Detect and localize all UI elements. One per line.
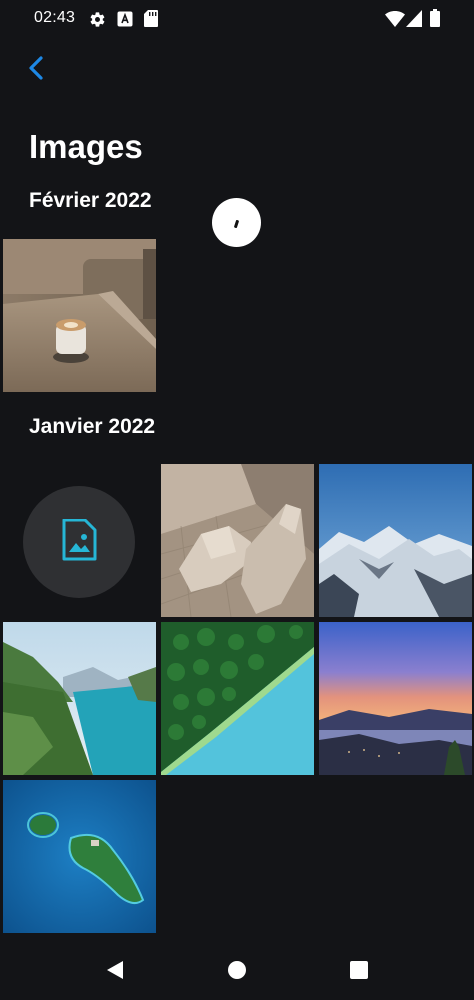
forest-lake-aerial-photo[interactable] <box>161 622 314 775</box>
chevron-left-icon <box>26 55 46 86</box>
lake-valley-photo[interactable] <box>3 622 156 775</box>
page-title: Images <box>29 128 143 165</box>
triangle-back-icon[interactable] <box>103 958 127 982</box>
circle-home-icon[interactable] <box>225 958 249 982</box>
status-time: 02:43 <box>34 9 76 26</box>
battery-icon <box>430 9 440 32</box>
back-button[interactable] <box>18 52 54 88</box>
wifi-icon <box>385 11 405 32</box>
coffee-cup-photo[interactable] <box>3 239 156 392</box>
island-aerial-photo[interactable] <box>3 780 156 933</box>
sd-card-icon <box>144 10 158 32</box>
square-recents-icon[interactable] <box>347 958 371 982</box>
gallery-screen: 02:43 Images Février 2022 Janvier 2022 <box>0 0 474 1000</box>
wooden-dog-sculpture-photo[interactable] <box>161 464 314 617</box>
image-placeholder[interactable] <box>23 486 135 598</box>
status-bar: 02:43 <box>0 0 474 38</box>
sunset-lake-photo[interactable] <box>319 622 472 775</box>
navigation-bar <box>0 938 474 1000</box>
snowy-mountains-photo[interactable] <box>319 464 472 617</box>
signal-icon <box>406 10 422 32</box>
settings-icon <box>89 11 106 33</box>
section-title-february: Février 2022 <box>29 189 152 212</box>
image-icon <box>61 518 97 566</box>
fast-scroll-thumb[interactable] <box>212 198 261 247</box>
section-title-january: Janvier 2022 <box>29 415 156 438</box>
font-icon <box>117 11 133 32</box>
